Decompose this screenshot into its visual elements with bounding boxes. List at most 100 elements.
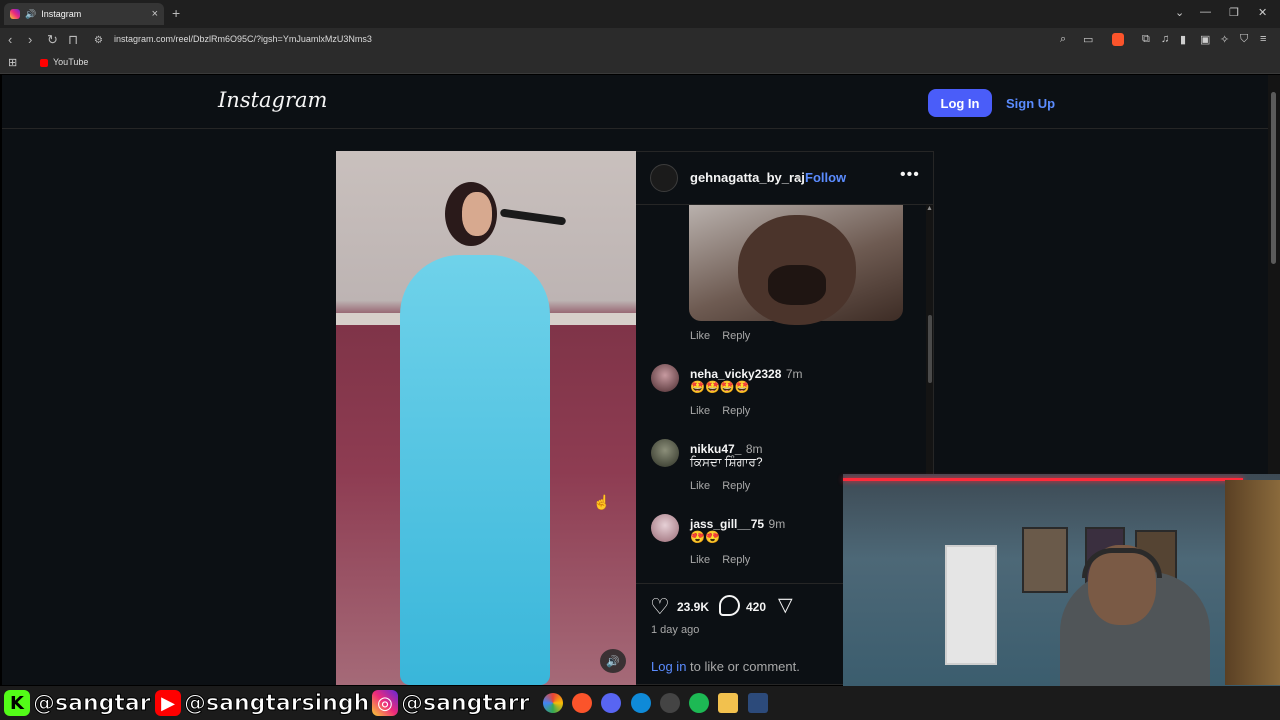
commenter-avatar[interactable] [651,364,679,392]
comment-username[interactable]: nikku47_ [690,442,741,456]
apps-grid-icon[interactable]: ⊞ [8,56,17,69]
mouse-cursor-icon: ☝ [593,494,611,510]
comment-bubble-icon[interactable] [719,595,740,616]
site-info-icon[interactable]: ⚙ [94,35,103,46]
browser-tab[interactable]: 🔊 Instagram × [4,3,164,25]
comment-username[interactable]: neha_vicky2328 [690,367,781,381]
kick-icon: K [4,690,30,716]
login-link[interactable]: Log in [651,659,686,674]
scroll-up-arrow-icon[interactable]: ▲ [926,205,933,212]
like-comment-button[interactable]: Like [690,480,710,492]
kick-handle: K @sangtar [4,688,151,718]
comments-scrollbar-thumb[interactable] [928,315,932,383]
cast-icon[interactable]: ▭ [1083,33,1093,46]
brave-icon[interactable] [572,693,592,713]
like-heart-icon[interactable]: ♡ [650,594,670,620]
new-tab-button[interactable]: + [172,5,180,21]
close-tab-icon[interactable]: × [152,8,158,20]
audio-icon[interactable]: 🔊 [25,9,36,20]
login-button[interactable]: Log In [928,89,992,117]
video-singer-figure [400,255,550,685]
restore-icon[interactable]: ❐ [1229,6,1239,19]
reply-comment-button[interactable]: Reply [722,405,750,417]
share-icon[interactable]: ▽ [778,594,793,617]
minimize-icon[interactable]: — [1200,6,1211,18]
comment-text: 🤩🤩🤩🤩 [690,380,750,394]
like-comment-button[interactable]: Like [690,554,710,566]
comment-username[interactable]: jass_gill__75 [690,517,764,531]
file-explorer-icon[interactable] [718,693,738,713]
browser-tabbar [0,0,1280,28]
reply-comment-button[interactable]: Reply [722,554,750,566]
youtube-logo-icon: ▶ [155,690,181,716]
vpn-icon[interactable]: ⛉ [1240,33,1248,46]
bookmarks-bar [0,52,1280,74]
back-icon[interactable]: ‹ [8,32,12,47]
comment-time: 9m [768,517,786,531]
chrome-icon[interactable] [543,693,563,713]
bookmark-icon[interactable]: ⊓ [68,32,78,48]
more-options-icon[interactable]: ••• [900,166,920,184]
login-prompt-suffix: to like or comment. [686,659,800,674]
youtube-icon [40,59,48,67]
tab-title: Instagram [41,9,82,19]
poster-username[interactable]: gehnagatta_by_raj [690,170,805,185]
discord-icon[interactable] [601,693,621,713]
reply-comment-button[interactable]: Reply [722,480,750,492]
forward-icon[interactable]: › [28,32,32,47]
wallet-icon[interactable]: ▣ [1200,33,1210,46]
likes-count: 23.9K [677,600,710,614]
post-date: 1 day ago [651,624,700,636]
media-icon[interactable]: ♫ [1161,33,1169,45]
obs-icon[interactable] [660,693,680,713]
comment-time: 7m [785,367,803,381]
app-icon[interactable] [748,693,768,713]
edge-icon[interactable] [631,693,651,713]
comment-time: 8m [745,442,763,456]
instagram-logo[interactable]: Instagram [218,88,327,112]
webcam-curtain [1225,480,1280,685]
instagram-favicon-icon [10,9,20,19]
tab-search-icon[interactable]: ⌄ [1175,6,1184,19]
comment-text: ਕਿਸਦਾ ਸ਼ਿੰਗਾਰ? [690,455,763,469]
url-field[interactable]: instagram.com/reel/DbzlRm6O95C/?igsh=YmJ… [114,34,372,44]
comment-actions: Like Reply [690,554,762,566]
close-window-icon[interactable]: ✕ [1258,6,1267,19]
zoom-icon[interactable]: ⌕ [1060,33,1066,46]
comment-actions: Like Reply [690,480,762,492]
like-comment-button[interactable]: Like [690,330,710,342]
comment-actions: Like Reply [690,405,762,417]
youtube-handle: ▶ @sangtarsingh [155,688,370,718]
bookmark-youtube[interactable]: YouTube [53,57,88,67]
commenter-avatar[interactable] [651,514,679,542]
instagram-logo-icon: ◎ [372,690,398,716]
signup-link[interactable]: Sign Up [1006,96,1055,111]
follow-button[interactable]: Follow [805,170,846,185]
commenter-avatar[interactable] [651,439,679,467]
video-singer-face [462,192,492,236]
like-comment-button[interactable]: Like [690,405,710,417]
instagram-handle: ◎ @sangtarr [372,688,530,718]
login-prompt: Log in to like or comment. [651,659,800,674]
reply-comment-button[interactable]: Reply [722,330,750,342]
sidebar-icon[interactable]: ▮ [1180,33,1186,46]
youtube-handle-text: @sangtarsingh [183,690,370,716]
top-nav [2,75,1268,129]
audio-toggle-button[interactable]: 🔊 [600,649,626,673]
poster-avatar[interactable] [650,164,678,192]
extensions-icon[interactable]: ⧉ [1142,33,1150,46]
gif-beard [768,265,826,305]
reload-icon[interactable]: ↻ [47,32,58,48]
spotify-icon[interactable] [689,693,709,713]
separator-dot: • [796,170,801,185]
webcam-poster [1022,527,1068,593]
brave-shield-icon[interactable] [1112,33,1124,46]
comment-actions: Like Reply [690,330,762,342]
comments-count: 420 [746,600,767,614]
comment-text: 😍😍 [690,530,720,544]
menu-icon[interactable]: ≡ [1260,33,1266,45]
instagram-handle-text: @sangtarr [400,690,530,716]
page-scrollbar-thumb[interactable] [1271,92,1276,264]
kick-handle-text: @sangtar [33,690,152,716]
leo-icon[interactable]: ✧ [1220,33,1229,46]
